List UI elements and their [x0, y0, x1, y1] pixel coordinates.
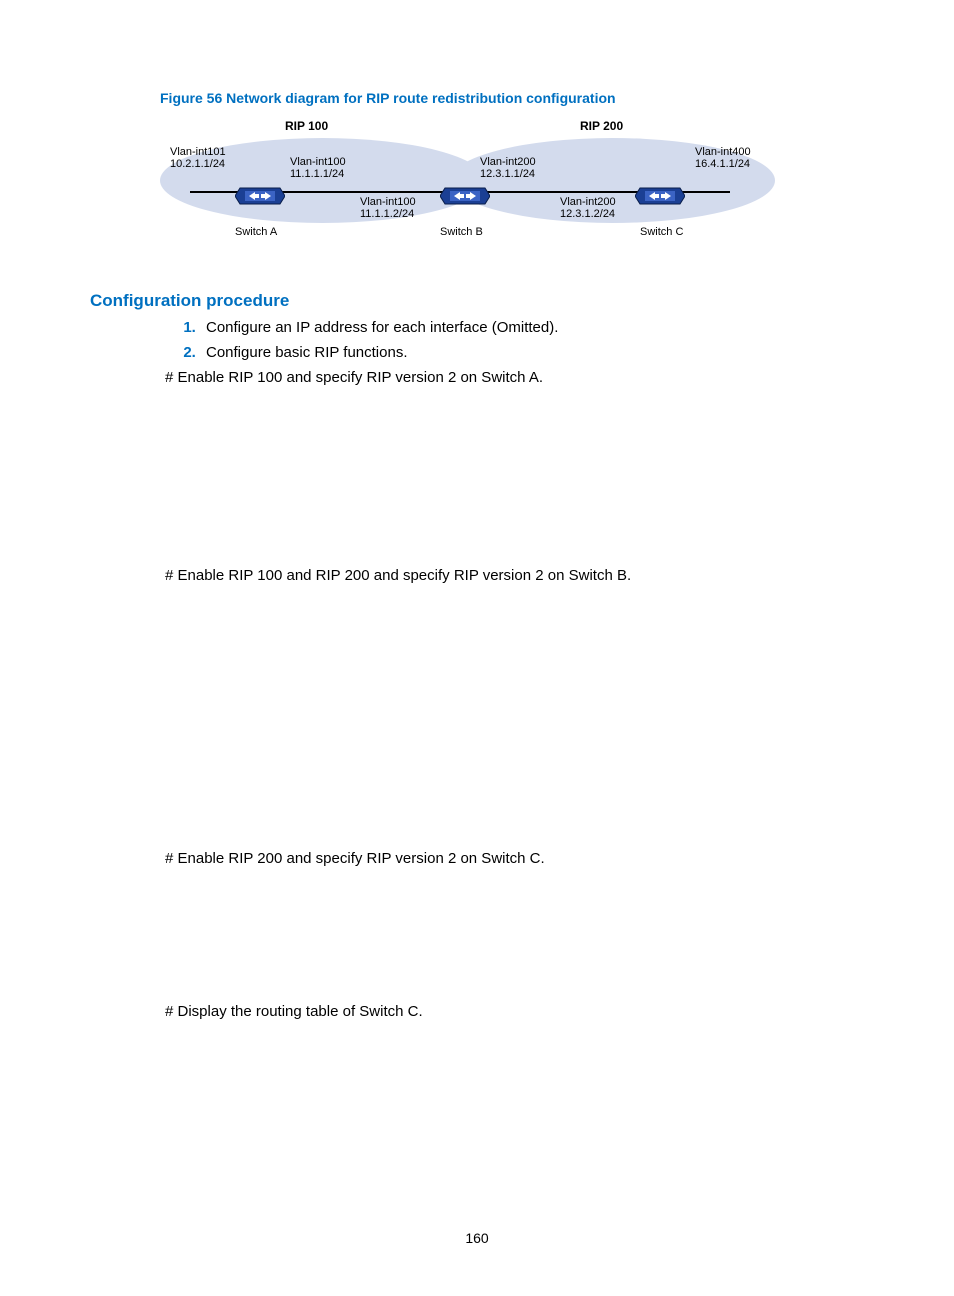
- switch-icon: [635, 181, 685, 211]
- switch-c-label: Switch C: [640, 226, 683, 238]
- list-item: Configure an IP address for each interfa…: [200, 319, 864, 336]
- list-item: Configure basic RIP functions.: [200, 344, 864, 361]
- link-line: [480, 191, 650, 193]
- switch-a-label: Switch A: [235, 226, 277, 238]
- instruction-c: # Enable RIP 200 and specify RIP version…: [165, 850, 864, 867]
- rip100-label: RIP 100: [285, 120, 328, 132]
- vlan-int200a-label: Vlan-int20012.3.1.1/24: [480, 156, 536, 180]
- network-diagram: RIP 100 RIP 200 Switch A Switch B: [160, 116, 800, 246]
- vlan-int101-label: Vlan-int10110.2.1.1/24: [170, 146, 226, 170]
- switch-icon: [235, 181, 285, 211]
- instruction-a: # Enable RIP 100 and specify RIP version…: [165, 369, 864, 386]
- vlan-int100b-label: Vlan-int10011.1.1.2/24: [360, 196, 416, 220]
- instruction-b: # Enable RIP 100 and RIP 200 and specify…: [165, 567, 864, 584]
- vlan-int400-label: Vlan-int40016.4.1.1/24: [695, 146, 751, 170]
- page-number: 160: [0, 1230, 954, 1246]
- vlan-int200b-label: Vlan-int20012.3.1.2/24: [560, 196, 616, 220]
- figure-caption: Figure 56 Network diagram for RIP route …: [160, 90, 864, 106]
- instruction-d: # Display the routing table of Switch C.: [165, 1003, 864, 1020]
- procedure-list: Configure an IP address for each interfa…: [90, 319, 864, 361]
- switch-icon: [440, 181, 490, 211]
- vlan-int100a-label: Vlan-int10011.1.1.1/24: [290, 156, 346, 180]
- section-heading: Configuration procedure: [90, 291, 864, 311]
- link-line: [275, 191, 455, 193]
- switch-b-label: Switch B: [440, 226, 483, 238]
- rip200-label: RIP 200: [580, 120, 623, 132]
